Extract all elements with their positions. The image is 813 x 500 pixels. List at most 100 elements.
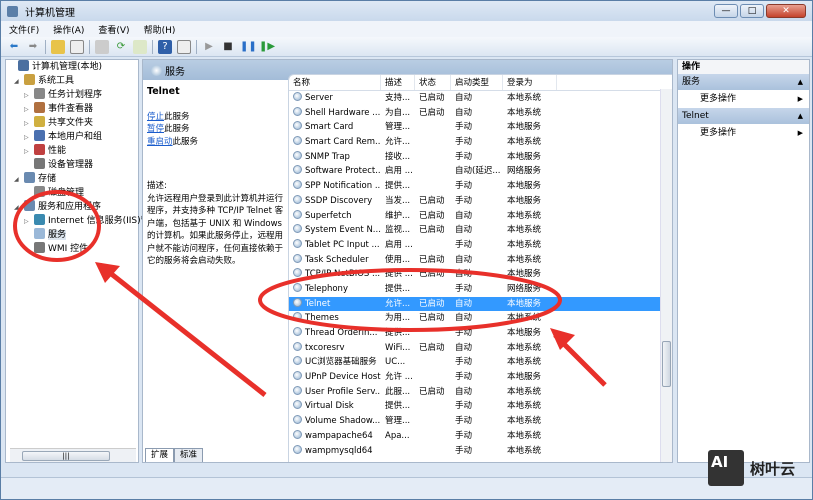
service-name: wampapache64 [289,429,381,444]
service-row[interactable]: UC浏览器基础服务 UC... 手动 本地系统 [289,355,672,370]
tree-item[interactable]: WMI 控件 [6,242,138,256]
service-row[interactable]: SSDP Discovery 当发... 已启动 手动 本地服务 [289,194,672,209]
service-row[interactable]: Volume Shadow... 管理... 手动 本地系统 [289,414,672,429]
menu-view[interactable]: 查看(V) [98,23,129,36]
service-row[interactable]: txcoresrv WiFi... 已启动 自动 本地系统 [289,341,672,356]
tab-extended[interactable]: 扩展 [145,448,175,462]
tree-item[interactable]: 计算机管理(本地) [6,60,138,74]
expand-arrow-icon[interactable]: ▷ [24,89,34,103]
service-row[interactable]: Smart Card Rem... 允许... 手动 本地系统 [289,135,672,150]
collapse-icon[interactable]: ▲ [798,108,803,124]
cell-text: Server [305,93,333,103]
export-icon[interactable] [133,39,147,54]
action-pane-icon[interactable] [177,39,191,54]
expand-arrow-icon[interactable]: ▷ [24,103,34,117]
maximize-button[interactable]: □ [740,4,764,18]
tree-item[interactable]: ▷ 任务计划程序 [6,88,138,102]
services-panel: 服务 Telnet 停止此服务 暂停此服务 重启动此服务 描述: 允许远程用户登… [142,59,673,463]
tree-item[interactable]: ◢ 服务和应用程序 [6,200,138,214]
more-actions-services[interactable]: 更多操作 ▶ [678,90,809,108]
service-row[interactable]: Themes 为用... 已启动 自动 本地系统 [289,311,672,326]
tree-horizontal-scrollbar[interactable]: ||| [10,448,136,462]
minimize-button[interactable]: — [714,4,738,18]
service-row[interactable]: User Profile Serv... 此服... 已启动 自动 本地系统 [289,385,672,400]
service-log-on-as: 本地系统 [503,355,557,370]
column-startup-type[interactable]: 启动类型 [451,75,503,90]
restart-service-link[interactable]: 重启动 [147,137,173,147]
service-name: Tablet PC Input ... [289,238,381,253]
tree-item[interactable]: ▷ 本地用户和组 [6,130,138,144]
tree-item[interactable]: 磁盘管理 [6,186,138,200]
tree-item[interactable]: ▷ Internet 信息服务(IIS)管 [6,214,150,229]
service-row[interactable]: Thread Orderin... 提供... 手动 本地服务 [289,326,672,341]
expand-arrow-icon[interactable]: ▷ [24,215,34,229]
service-status: 已启动 [415,341,451,356]
service-row[interactable]: Server 支持... 已启动 自动 本地系统 [289,91,672,106]
pause-service-link[interactable]: 暂停 [147,124,164,134]
service-row[interactable]: Superfetch 维护... 已启动 自动 本地系统 [289,209,672,224]
cell-text: 手动 [455,401,473,412]
service-log-on-as: 本地系统 [503,238,557,253]
service-row[interactable]: Virtual Disk 提供... 手动 本地系统 [289,399,672,414]
column-name[interactable]: 名称 [289,75,381,90]
expand-arrow-icon[interactable]: ◢ [14,75,24,89]
tree-item[interactable]: ▷ 共享文件夹 [6,116,138,130]
service-startup-type: 手动 [451,326,503,341]
column-log-on-as[interactable]: 登录为 [503,75,557,90]
expand-arrow-icon[interactable]: ▷ [24,131,34,145]
tree-item[interactable]: ◢ 系统工具 [6,74,138,88]
service-row[interactable]: SNMP Trap 接收... 手动 本地服务 [289,150,672,165]
actions-section-services[interactable]: 服务 ▲ [678,74,809,90]
service-row[interactable]: UPnP Device Host 允许 ... 手动 本地服务 [289,370,672,385]
collapse-icon[interactable]: ▲ [798,74,803,90]
actions-section-telnet[interactable]: Telnet ▲ [678,108,809,124]
column-status[interactable]: 状态 [415,75,451,90]
tree-item[interactable]: 设备管理器 [6,158,138,172]
service-row[interactable]: Task Scheduler 使用... 已启动 自动 本地系统 [289,253,672,268]
stop-service-icon[interactable]: ■ [221,40,235,54]
help-icon[interactable]: ? [158,39,172,54]
show-hide-tree-icon[interactable] [70,39,84,54]
properties-icon[interactable] [95,39,109,54]
menu-action[interactable]: 操作(A) [53,23,84,36]
tree-item[interactable]: 服务 [6,228,138,242]
service-row[interactable]: Tablet PC Input ... 启用 ... 手动 本地系统 [289,238,672,253]
tree-item[interactable]: ◢ 存储 [6,172,138,186]
tree-item[interactable]: ▷ 性能 [6,144,138,158]
service-description: 提供... [381,282,415,297]
start-service-icon[interactable]: ▶ [202,40,216,54]
service-row[interactable]: wampapache64 Apa... 手动 本地系统 [289,429,672,444]
expand-arrow-icon[interactable]: ◢ [14,201,24,215]
pause-service-icon[interactable]: ❚❚ [240,40,257,54]
tree-node-icon [34,130,45,141]
service-row[interactable]: System Event N... 监视... 已启动 自动 本地系统 [289,223,672,238]
more-actions-telnet[interactable]: 更多操作 ▶ [678,124,809,142]
refresh-icon[interactable]: ⟳ [114,40,128,54]
tab-standard[interactable]: 标准 [174,448,204,462]
forward-icon[interactable]: ➡ [26,40,40,54]
service-row[interactable]: Telnet 允许... 已启动 自动 本地服务 [289,296,672,312]
tree-item[interactable]: ▷ 事件查看器 [6,102,138,116]
restart-service-icon[interactable]: ❚▶ [259,40,275,54]
stop-service-link[interactable]: 停止 [147,112,164,122]
service-description: 提供... [381,399,415,414]
services-vertical-scrollbar[interactable] [660,89,672,462]
back-icon[interactable]: ⬅ [7,40,21,54]
service-row[interactable]: Software Protect... 启用 ... 自动(延迟... 网络服务 [289,164,672,179]
column-description[interactable]: 描述 [381,75,415,90]
service-row[interactable]: SPP Notification ... 提供... 手动 本地服务 [289,179,672,194]
cell-text: 手动 [455,445,473,456]
expand-arrow-icon[interactable]: ▷ [24,117,34,131]
close-button[interactable]: ✕ [766,4,806,18]
service-row[interactable]: wampmysqld64 手动 本地系统 [289,444,672,459]
service-row[interactable]: TCP/IP NetBIOS ... 提供 ... 已启动 自动 本地服务 [289,267,672,282]
menu-file[interactable]: 文件(F) [9,23,39,36]
expand-arrow-icon[interactable]: ◢ [14,173,24,187]
service-row[interactable]: Smart Card 管理... 手动 本地服务 [289,120,672,135]
service-row[interactable]: Telephony 提供... 手动 网络服务 [289,282,672,297]
service-status: 已启动 [415,267,451,282]
up-folder-icon[interactable] [51,39,65,54]
service-row[interactable]: Shell Hardware ... 为自... 已启动 自动 本地系统 [289,106,672,121]
menu-help[interactable]: 帮助(H) [144,23,176,36]
expand-arrow-icon[interactable]: ▷ [24,145,34,159]
